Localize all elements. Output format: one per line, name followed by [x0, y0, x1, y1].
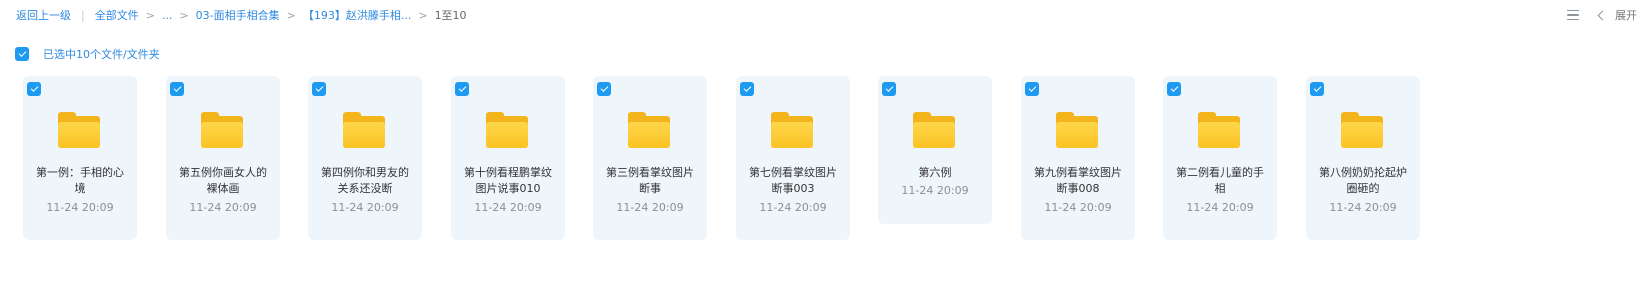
expand-button[interactable]: 展开: [1597, 7, 1637, 23]
breadcrumb-separator: >: [179, 8, 189, 22]
folder-icon: [486, 112, 528, 148]
file-card[interactable]: 第九例看掌纹图片断事008 11-24 20:09: [1021, 76, 1135, 240]
top-bar: 返回上一级 | 全部文件 > ... > 03-面相手相合集 > 【193】赵洪…: [0, 0, 1651, 30]
folder-icon: [913, 112, 955, 148]
file-card[interactable]: 第十例看程鹏掌纹图片说事010 11-24 20:09: [451, 76, 565, 240]
file-modified-time: 11-24 20:09: [189, 201, 257, 214]
folder-icon: [1056, 112, 1098, 148]
breadcrumb-separator: >: [286, 8, 296, 22]
file-name: 第十例看程鹏掌纹图片说事010: [464, 166, 552, 195]
file-checkbox[interactable]: [170, 82, 184, 96]
back-link[interactable]: 返回上一级: [16, 7, 71, 23]
file-name: 第三例看掌纹图片断事: [606, 166, 694, 195]
file-modified-time: 11-24 20:09: [331, 201, 399, 214]
breadcrumb-current: 1至10: [434, 9, 467, 22]
list-view-icon[interactable]: [1567, 9, 1579, 21]
file-modified-time: 11-24 20:09: [901, 184, 969, 197]
file-card[interactable]: 第一例：手相的心境 11-24 20:09: [23, 76, 137, 240]
folder-icon: [628, 112, 670, 148]
breadcrumb-separator: >: [145, 8, 155, 22]
file-checkbox[interactable]: [312, 82, 326, 96]
file-name: 第五例你画女人的裸体画: [179, 166, 267, 195]
file-checkbox[interactable]: [597, 82, 611, 96]
file-checkbox[interactable]: [1310, 82, 1324, 96]
folder-icon: [343, 112, 385, 148]
file-modified-time: 11-24 20:09: [616, 201, 684, 214]
breadcrumb: 返回上一级 | 全部文件 > ... > 03-面相手相合集 > 【193】赵洪…: [16, 6, 467, 24]
file-name: 第四例你和男友的关系还没断: [321, 166, 409, 195]
file-card[interactable]: 第五例你画女人的裸体画 11-24 20:09: [166, 76, 280, 240]
file-grid: 第一例：手相的心境 11-24 20:09 第五例你画女人的裸体画 11-24 20:…: [23, 76, 1643, 246]
file-checkbox[interactable]: [27, 82, 41, 96]
breadcrumb-separator: >: [418, 8, 428, 22]
select-all-row: 已选中10个文件/文件夹: [15, 46, 160, 62]
folder-icon: [1341, 112, 1383, 148]
file-checkbox[interactable]: [1025, 82, 1039, 96]
file-name: 第六例: [918, 166, 952, 179]
folder-icon: [58, 112, 100, 148]
breadcrumb-level1[interactable]: 03-面相手相合集: [196, 7, 280, 23]
file-card[interactable]: 第六例 11-24 20:09: [878, 76, 992, 224]
file-checkbox[interactable]: [1167, 82, 1181, 96]
folder-icon: [201, 112, 243, 148]
file-modified-time: 11-24 20:09: [474, 201, 542, 214]
top-right-controls: 展开: [1567, 6, 1637, 24]
breadcrumb-divider: |: [81, 8, 85, 22]
folder-icon: [771, 112, 813, 148]
file-modified-time: 11-24 20:09: [1044, 201, 1112, 214]
file-modified-time: 11-24 20:09: [46, 201, 114, 214]
file-checkbox[interactable]: [455, 82, 469, 96]
breadcrumb-all-files[interactable]: 全部文件: [95, 7, 139, 23]
breadcrumb-level2[interactable]: 【193】赵洪滕手相...: [303, 7, 412, 23]
file-name: 第九例看掌纹图片断事008: [1034, 166, 1122, 195]
file-card[interactable]: 第二例看儿童的手相 11-24 20:09: [1163, 76, 1277, 240]
file-name: 第二例看儿童的手相: [1176, 166, 1264, 195]
select-all-checkbox[interactable]: [15, 47, 29, 61]
file-card[interactable]: 第四例你和男友的关系还没断 11-24 20:09: [308, 76, 422, 240]
file-name: 第八例奶奶抡起炉圈砸的: [1319, 166, 1407, 195]
selection-count-label: 已选中10个文件/文件夹: [43, 48, 160, 61]
file-name: 第一例：手相的心境: [36, 166, 124, 195]
file-checkbox[interactable]: [882, 82, 896, 96]
chevron-left-icon: [1597, 10, 1608, 21]
file-modified-time: 11-24 20:09: [1186, 201, 1254, 214]
expand-label: 展开: [1615, 9, 1637, 22]
file-modified-time: 11-24 20:09: [759, 201, 827, 214]
file-card[interactable]: 第三例看掌纹图片断事 11-24 20:09: [593, 76, 707, 240]
file-card[interactable]: 第八例奶奶抡起炉圈砸的 11-24 20:09: [1306, 76, 1420, 240]
folder-icon: [1198, 112, 1240, 148]
file-checkbox[interactable]: [740, 82, 754, 96]
breadcrumb-ellipsis[interactable]: ...: [162, 9, 173, 22]
file-name: 第七例看掌纹图片断事003: [749, 166, 837, 195]
file-card[interactable]: 第七例看掌纹图片断事003 11-24 20:09: [736, 76, 850, 240]
file-modified-time: 11-24 20:09: [1329, 201, 1397, 214]
